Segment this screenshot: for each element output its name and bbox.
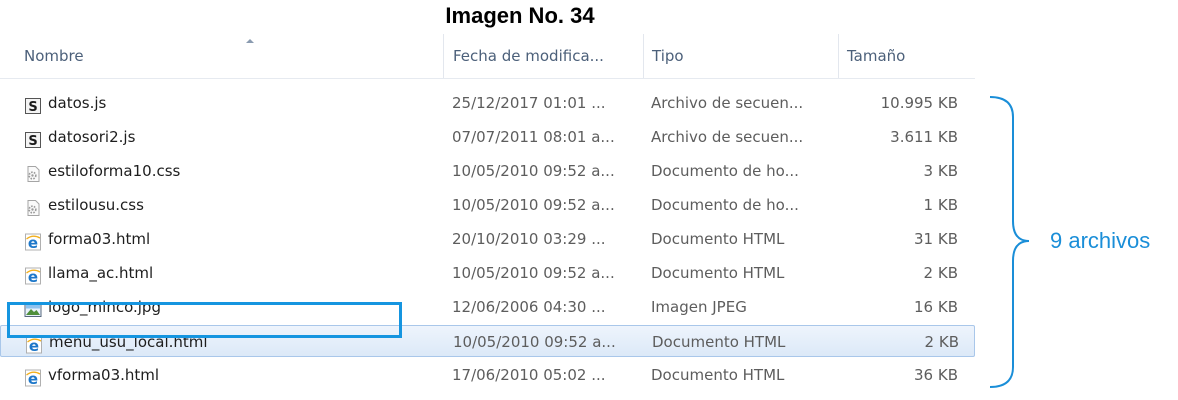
file-name: logo_minco.jpg xyxy=(48,298,161,316)
column-header-type-label: Tipo xyxy=(652,47,684,65)
annotation-label: 9 archivos xyxy=(1050,228,1151,253)
column-header-date-label: Fecha de modifica... xyxy=(453,47,604,65)
file-date-modified: 12/06/2006 04:30 ... xyxy=(452,298,606,316)
file-size: 16 KB xyxy=(914,298,958,316)
ie-html-icon: e xyxy=(25,333,43,355)
sort-ascending-icon xyxy=(246,39,254,43)
column-header-date[interactable]: Fecha de modifica... xyxy=(443,34,643,78)
css-icon xyxy=(24,196,42,216)
file-name: estiloforma10.css xyxy=(48,162,181,180)
file-size: 3.611 KB xyxy=(890,128,958,146)
file-type: Archivo de secuen... xyxy=(651,128,804,146)
ie-html-icon: e xyxy=(24,366,42,388)
svg-text:S: S xyxy=(28,100,37,115)
file-name: forma03.html xyxy=(48,230,151,248)
file-name: datosori2.js xyxy=(48,128,136,146)
file-name: estilousu.css xyxy=(48,196,144,214)
svg-text:S: S xyxy=(28,134,37,149)
file-size: 2 KB xyxy=(923,264,958,282)
column-header-size[interactable]: Tamaño xyxy=(838,34,975,78)
column-header-name-label: Nombre xyxy=(24,47,84,65)
file-date-modified: 25/12/2017 01:01 ... xyxy=(452,94,606,112)
file-date-modified: 10/05/2010 09:52 a... xyxy=(452,162,615,180)
script-icon: S xyxy=(24,94,42,115)
file-size: 2 KB xyxy=(924,333,959,351)
file-row[interactable]: e llama_ac.html 10/05/2010 09:52 a... Docum… xyxy=(0,257,975,289)
file-name: llama_ac.html xyxy=(48,264,154,282)
file-row[interactable]: e forma03.html 20/10/2010 03:29 ... Documen… xyxy=(0,223,975,255)
css-icon xyxy=(24,162,42,182)
column-header-size-label: Tamaño xyxy=(847,47,906,65)
file-size: 3 KB xyxy=(923,162,958,180)
ie-html-icon: e xyxy=(24,230,42,252)
file-size: 36 KB xyxy=(914,366,958,384)
file-name: datos.js xyxy=(48,94,107,112)
figure-caption: Imagen No. 34 xyxy=(445,3,595,28)
image-icon xyxy=(24,298,42,317)
file-row[interactable]: Sdatosori2.js 07/07/2011 08:01 a... Archiv… xyxy=(0,121,975,153)
file-date-modified: 10/05/2010 09:52 a... xyxy=(452,196,615,214)
file-row[interactable]: e menu_usu_local.html 10/05/2010 09:52 a..… xyxy=(0,325,975,357)
curly-brace-icon xyxy=(989,96,1030,388)
file-size: 10.995 KB xyxy=(880,94,958,112)
file-type: Documento de ho... xyxy=(651,196,799,214)
file-size: 1 KB xyxy=(923,196,958,214)
file-date-modified: 07/07/2011 08:01 a... xyxy=(452,128,615,146)
file-row[interactable]: e vforma03.html 17/06/2010 05:02 ... Docume… xyxy=(0,359,975,391)
file-type: Documento de ho... xyxy=(651,162,799,180)
file-row[interactable]: estiloforma10.css 10/05/2010 09:52 a... Do… xyxy=(0,155,975,187)
file-date-modified: 10/05/2010 09:52 a... xyxy=(453,333,616,351)
column-header-name[interactable]: Nombre xyxy=(24,34,444,78)
ie-html-icon: e xyxy=(24,264,42,286)
file-row[interactable]: Sdatos.js 25/12/2017 01:01 ... Archivo de … xyxy=(0,87,975,119)
bracket-annotation xyxy=(989,96,1030,388)
file-type: Documento HTML xyxy=(651,264,785,282)
file-name: vforma03.html xyxy=(48,366,160,384)
column-header-type[interactable]: Tipo xyxy=(643,34,838,78)
file-name: menu_usu_local.html xyxy=(49,333,208,351)
file-date-modified: 20/10/2010 03:29 ... xyxy=(452,230,606,248)
file-type: Documento HTML xyxy=(651,366,785,384)
file-date-modified: 10/05/2010 09:52 a... xyxy=(452,264,615,282)
script-icon: S xyxy=(24,128,42,149)
file-type: Imagen JPEG xyxy=(651,298,747,316)
file-type: Documento HTML xyxy=(651,230,785,248)
file-type: Documento HTML xyxy=(652,333,786,351)
file-size: 31 KB xyxy=(914,230,958,248)
file-row[interactable]: logo_minco.jpg 12/06/2006 04:30 ... Imagen… xyxy=(0,291,975,323)
column-header-bar: Nombre Fecha de modifica... Tipo Tamaño xyxy=(0,34,975,79)
file-type: Archivo de secuen... xyxy=(651,94,804,112)
file-list-view: Nombre Fecha de modifica... Tipo Tamaño … xyxy=(0,34,975,400)
file-row[interactable]: estilousu.css 10/05/2010 09:52 a... Docume… xyxy=(0,189,975,221)
file-date-modified: 17/06/2010 05:02 ... xyxy=(452,366,606,384)
